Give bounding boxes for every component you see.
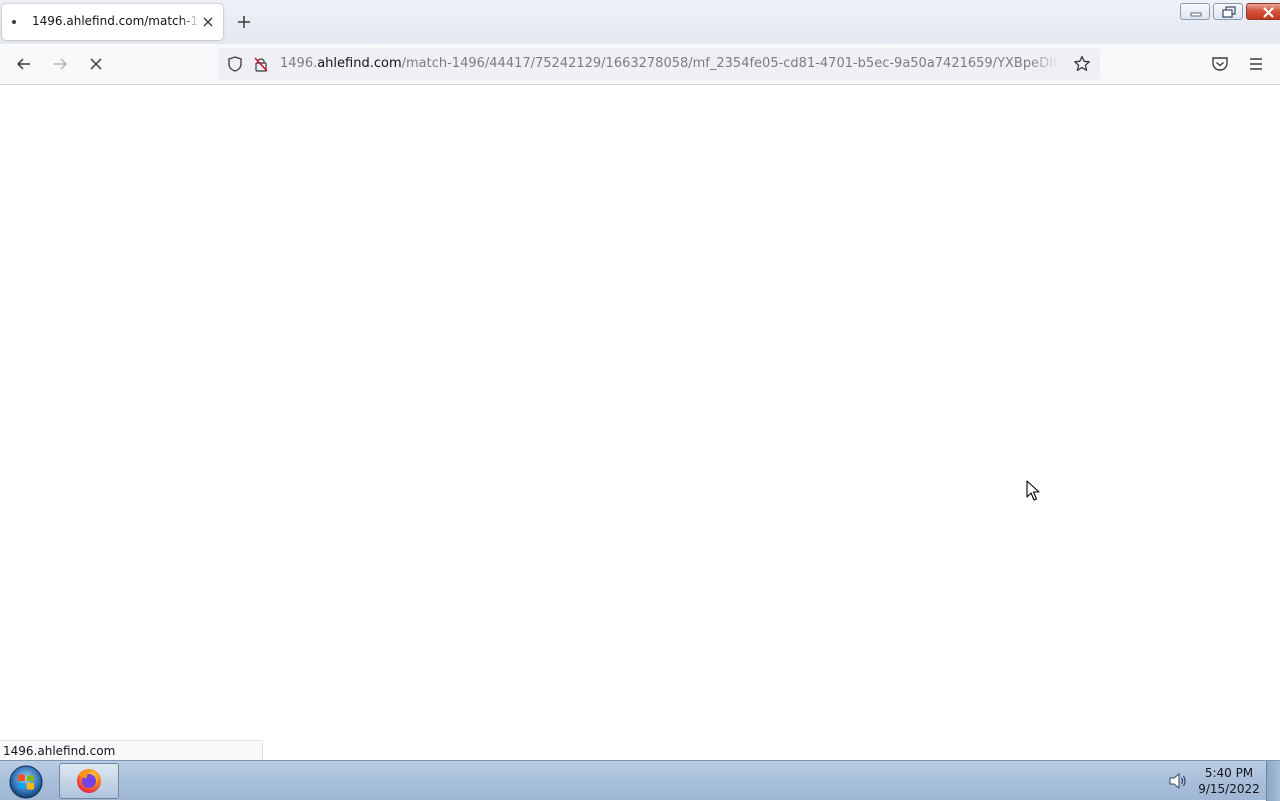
minimize-button[interactable]	[1180, 3, 1210, 20]
clock-date: 9/15/2022	[1198, 782, 1260, 796]
page-content[interactable]	[0, 85, 1280, 760]
show-desktop-button[interactable]	[1266, 761, 1280, 801]
lock-warning-icon[interactable]	[252, 55, 270, 73]
dot-icon	[12, 20, 16, 24]
taskbar-firefox-button[interactable]	[59, 763, 119, 799]
close-window-button[interactable]	[1246, 3, 1280, 20]
restore-button[interactable]	[1213, 3, 1243, 20]
status-bar: 1496.ahlefind.com	[0, 740, 263, 760]
arrow-left-icon[interactable]	[14, 54, 34, 74]
url-prefix: 1496.	[280, 56, 318, 71]
pocket-icon[interactable]	[1210, 54, 1230, 74]
speaker-icon[interactable]	[1168, 772, 1188, 790]
windows-start-icon[interactable]	[6, 763, 46, 799]
system-clock[interactable]: 5:40 PM 9/15/2022	[1196, 765, 1262, 797]
minimize-icon	[1190, 12, 1202, 17]
star-icon[interactable]	[1072, 54, 1092, 74]
stop-loading-button[interactable]	[86, 54, 106, 74]
clock-time: 5:40 PM	[1204, 766, 1254, 780]
mouse-cursor-icon	[1026, 480, 1040, 501]
firefox-icon	[77, 769, 101, 793]
shield-icon[interactable]	[226, 55, 244, 73]
tab-strip: 1496.ahlefind.com/match-1496	[0, 0, 1280, 44]
url-text[interactable]: 1496.ahlefind.com/match-1496/44417/75242…	[280, 56, 1060, 74]
browser-tab[interactable]: 1496.ahlefind.com/match-1496	[2, 4, 223, 40]
restore-icon	[1222, 6, 1236, 18]
navigation-toolbar: 1496.ahlefind.com/match-1496/44417/75242…	[0, 44, 1280, 85]
url-domain: ahlefind.com	[317, 56, 402, 71]
hamburger-menu-icon[interactable]	[1246, 54, 1266, 74]
taskbar: 5:40 PM 9/15/2022	[0, 760, 1280, 801]
arrow-right-icon[interactable]	[50, 54, 70, 74]
close-icon[interactable]	[201, 15, 215, 29]
tab-title: 1496.ahlefind.com/match-1496	[32, 14, 200, 28]
close-icon	[1263, 7, 1274, 18]
url-path: /match-1496/44417/75242129/1663278058/mf…	[401, 56, 1060, 71]
address-bar[interactable]: 1496.ahlefind.com/match-1496/44417/75242…	[218, 48, 1100, 80]
plus-icon[interactable]	[234, 12, 254, 32]
